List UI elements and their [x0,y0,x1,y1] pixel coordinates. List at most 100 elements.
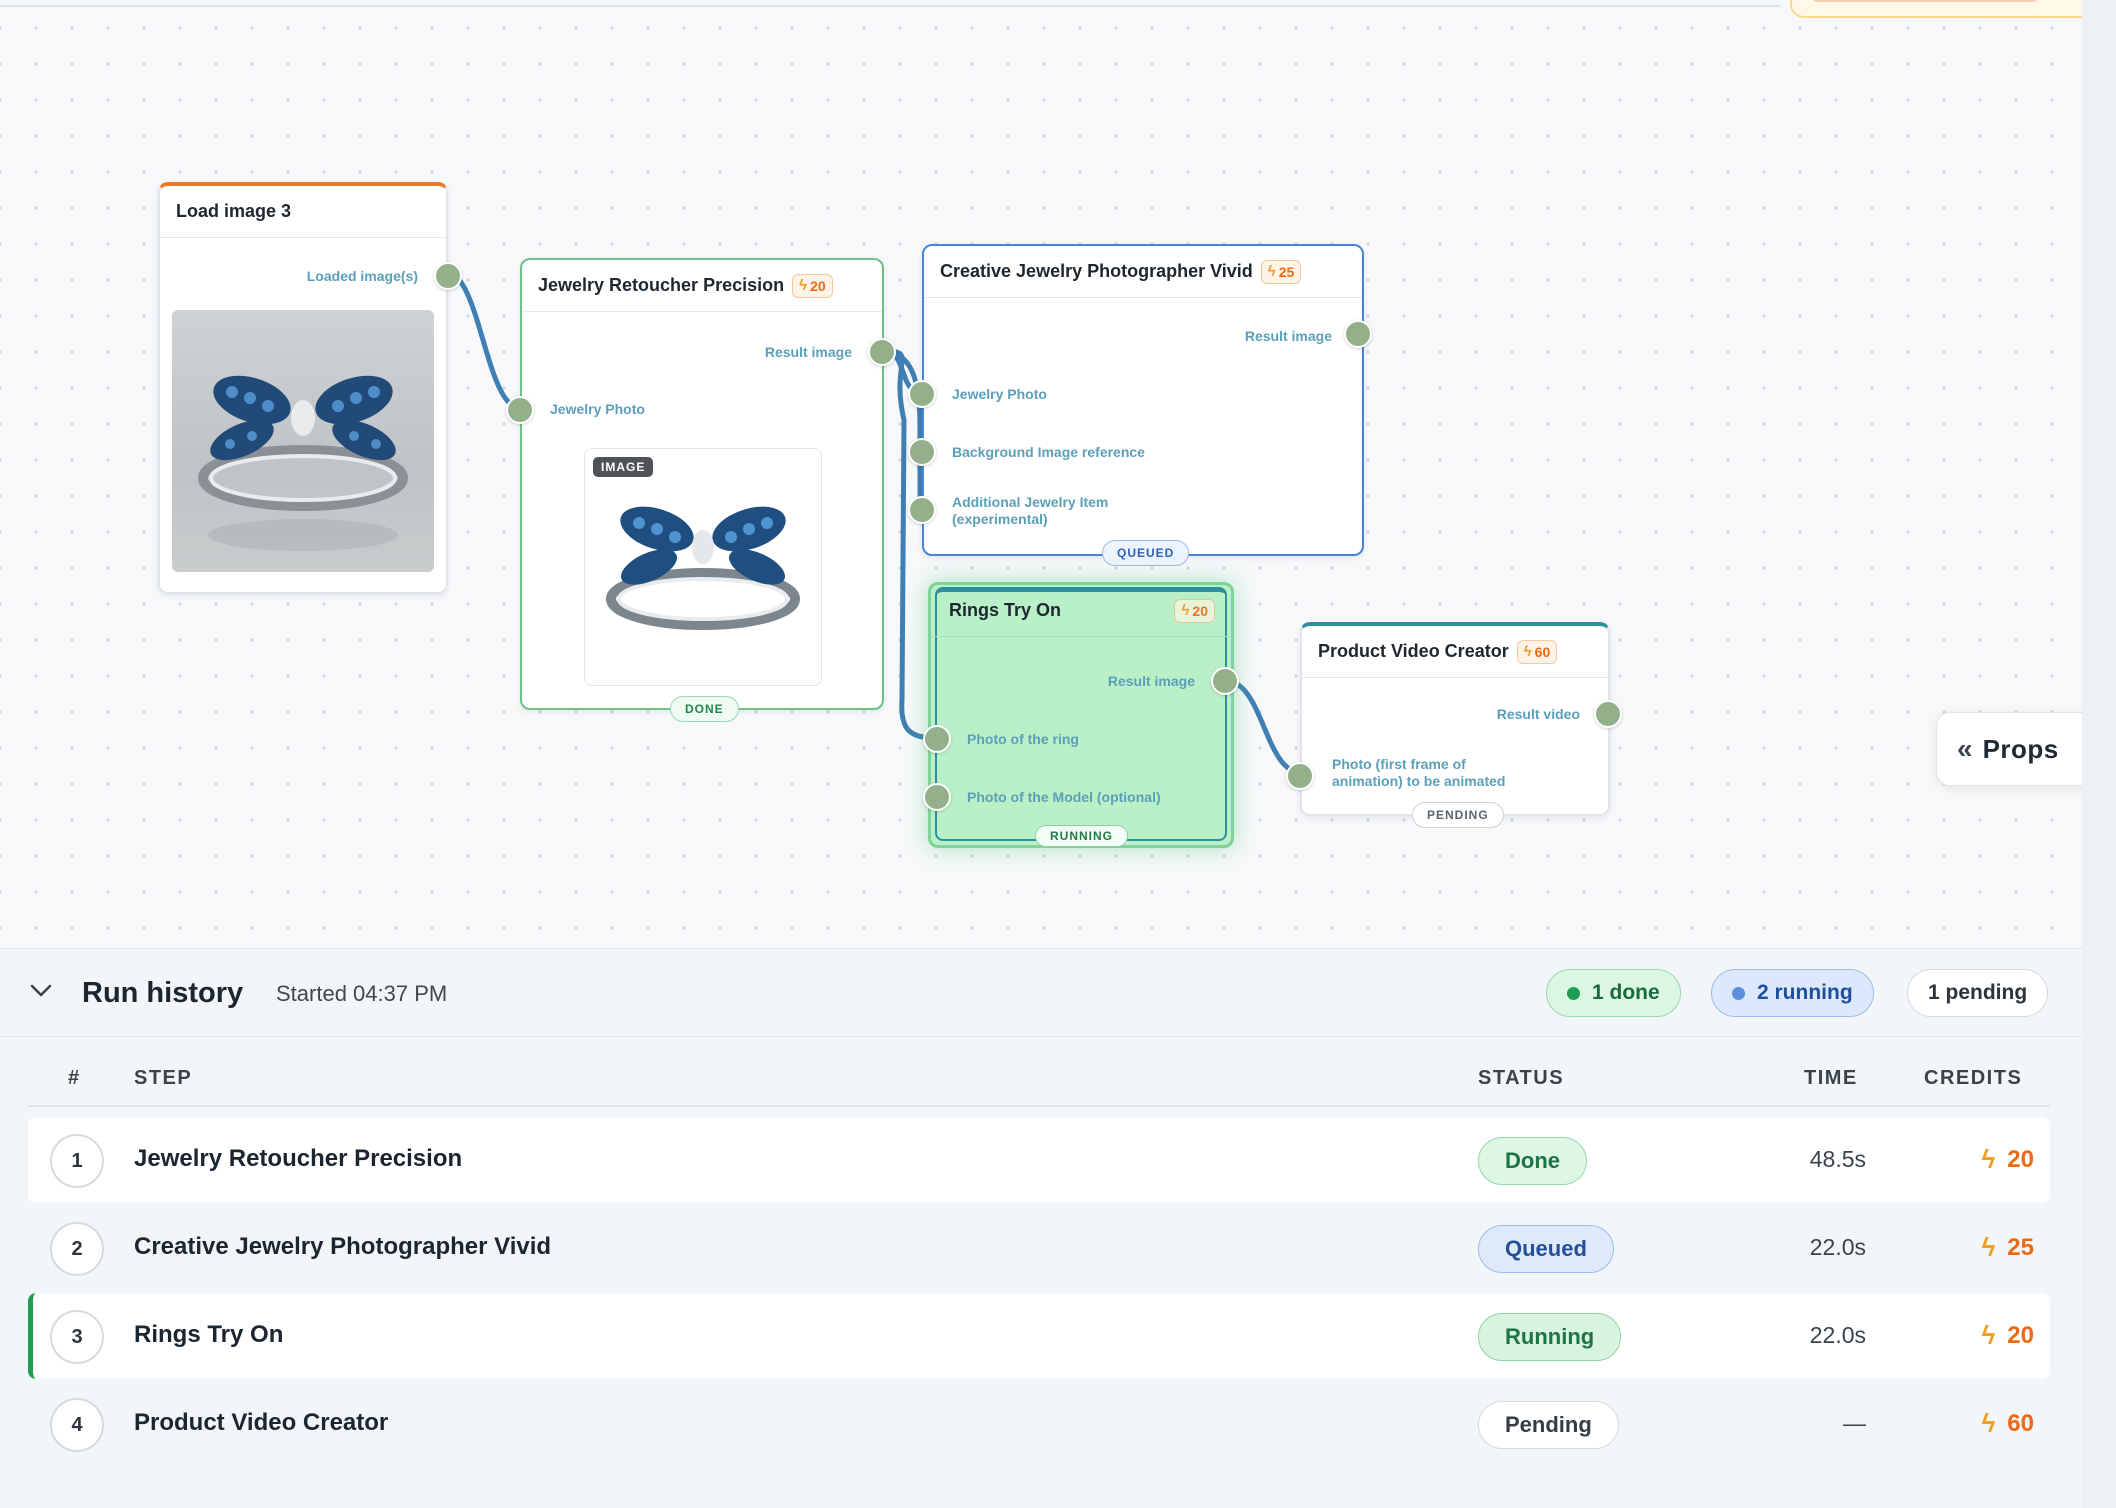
bolt-icon: ϟ [1181,602,1190,619]
right-edge-strip [2082,0,2116,1508]
node-title: Rings Try On [949,600,1062,620]
header-divider [28,1105,2050,1107]
run-history-header: Run history Started 04:37 PM 1 done 2 ru… [0,949,2082,1037]
step-credits: ϟ 60 [1981,1408,2034,1438]
input-port[interactable] [908,496,936,524]
props-panel-toggle[interactable]: « Props [1936,712,2082,786]
status-badge: Done [1478,1137,1587,1185]
workflow-canvas[interactable]: Load image 3 Loaded image(s) Jewelry Ret… [0,0,2082,948]
summary-done-badge[interactable]: 1 done [1546,969,1681,1017]
summary-running-badge[interactable]: 2 running [1711,969,1874,1017]
node-title: Creative Jewelry Photographer Vivid [940,261,1253,281]
status-chip-pending: PENDING [1412,802,1504,828]
node-creative-photographer[interactable]: Creative Jewelry Photographer Vivid ϟ 25 … [908,244,1372,566]
cost-badge: ϟ 60 [1516,639,1558,664]
status-dot-icon [1732,986,1745,1000]
step-time: 22.0s [1809,1322,1866,1348]
status-dot-icon [1567,986,1580,1000]
run-history-title: Run history [82,977,244,1009]
input-label: Jewelry Photo [550,401,645,417]
loaded-image-preview[interactable] [172,310,434,572]
input-port[interactable] [506,396,534,424]
input-port[interactable] [908,438,936,466]
output-port[interactable] [434,262,462,290]
input-label: Photo of the ring [967,731,1079,747]
step-credits: ϟ 20 [1981,1144,2034,1174]
column-status: STATUS [1478,1067,1565,1089]
started-time: Started 04:37 PM [276,981,448,1006]
double-chevron-left-icon: « [1957,733,1973,764]
step-time: 48.5s [1809,1146,1866,1172]
table-row[interactable]: 2 Creative Jewelry Photographer Vivid Qu… [28,1205,2050,1291]
ring-image [198,375,408,551]
output-port[interactable] [1594,700,1622,728]
output-label: Loaded image(s) [306,268,418,284]
output-port[interactable] [868,338,896,366]
node-title: Jewelry Retoucher Precision [538,275,785,295]
step-name: Jewelry Retoucher Precision [134,1145,463,1172]
table-row[interactable]: 1 Jewelry Retoucher Precision Done 48.5s… [28,1117,2050,1203]
table-row[interactable]: 4 Product Video Creator Pending — ϟ 60 [28,1381,2050,1467]
step-name: Creative Jewelry Photographer Vivid [134,1233,552,1260]
input-port[interactable] [923,783,951,811]
step-credits: ϟ 20 [1981,1320,2034,1350]
input-port[interactable] [923,725,951,753]
cost-badge: ϟ 20 [792,273,833,298]
node-rings-try-on[interactable]: Rings Try On ϟ 20 Result image Photo of t… [923,582,1239,848]
bolt-icon: ϟ [1981,1408,1996,1438]
status-badge: Queued [1478,1225,1614,1273]
bolt-icon: ϟ [1981,1232,1996,1262]
step-name: Rings Try On [134,1321,284,1348]
input-label: Background Image reference [952,444,1145,460]
input-label: Jewelry Photo [952,386,1047,402]
ring-image [606,506,800,630]
step-number: 2 [50,1222,104,1276]
wire-load-to-retoucher [443,269,523,411]
bolt-icon: ϟ [1523,643,1532,660]
node-load-image[interactable]: Load image 3 Loaded image(s) [158,182,462,594]
bolt-icon: ϟ [1981,1320,1996,1350]
table-header: # STEP STATUS TIME CREDITS [0,1067,2082,1107]
table-row[interactable]: 3 Rings Try On Running 22.0s ϟ 20 [28,1293,2050,1379]
column-credits: CREDITS [1924,1067,2023,1089]
bolt-icon: ϟ [799,277,808,294]
props-label: Props [1982,733,2059,764]
output-port[interactable] [1344,320,1372,348]
step-credits: ϟ 25 [1981,1232,2034,1262]
node-jewelry-retoucher[interactable]: Jewelry Retoucher Precision ϟ 20 Result i… [506,258,896,722]
cost-badge: ϟ 25 [1260,259,1302,284]
summary-pending-badge[interactable]: 1 pending [1907,969,2049,1017]
image-preview[interactable]: IMAGE [584,448,822,686]
chevron-down-icon[interactable] [28,977,54,1003]
column-step: STEP [134,1067,193,1089]
wire-rings-to-video [1221,677,1305,776]
step-time: 22.0s [1809,1234,1866,1260]
run-history-panel: Run history Started 04:37 PM 1 done 2 ru… [0,948,2082,1508]
status-chip-done: DONE [670,696,739,722]
node-product-video[interactable]: Product Video Creator ϟ 60 Result video P… [1286,622,1622,828]
step-time: — [1843,1410,1866,1436]
node-title: Product Video Creator [1318,641,1509,661]
output-label: Result image [1107,673,1195,689]
output-label: Result image [1244,328,1332,344]
output-port[interactable] [1211,667,1239,695]
bolt-icon: ϟ [1981,1144,1996,1174]
step-number: 3 [50,1310,104,1364]
input-label: Photo (first frame of animation) to be a… [1332,756,1506,789]
step-number: 1 [50,1134,104,1188]
input-port[interactable] [908,380,936,408]
status-badge: Running [1478,1313,1622,1361]
column-time: TIME [1804,1067,1858,1089]
node-title: Load image 3 [176,201,292,221]
top-divider [0,5,1780,7]
status-chip-queued: QUEUED [1102,540,1190,566]
input-port[interactable] [1286,762,1314,790]
input-label: Photo of the Model (optional) [967,789,1161,805]
top-notification[interactable] [1790,0,2082,18]
step-name: Product Video Creator [134,1409,389,1436]
input-label: Additional Jewelry Item (experimental) [952,494,1109,527]
wire-retoucher-to-photographer-2 [879,348,923,503]
status-badge: Pending [1478,1401,1619,1449]
cost-badge: ϟ 20 [1174,598,1215,623]
column-num: # [68,1067,81,1089]
